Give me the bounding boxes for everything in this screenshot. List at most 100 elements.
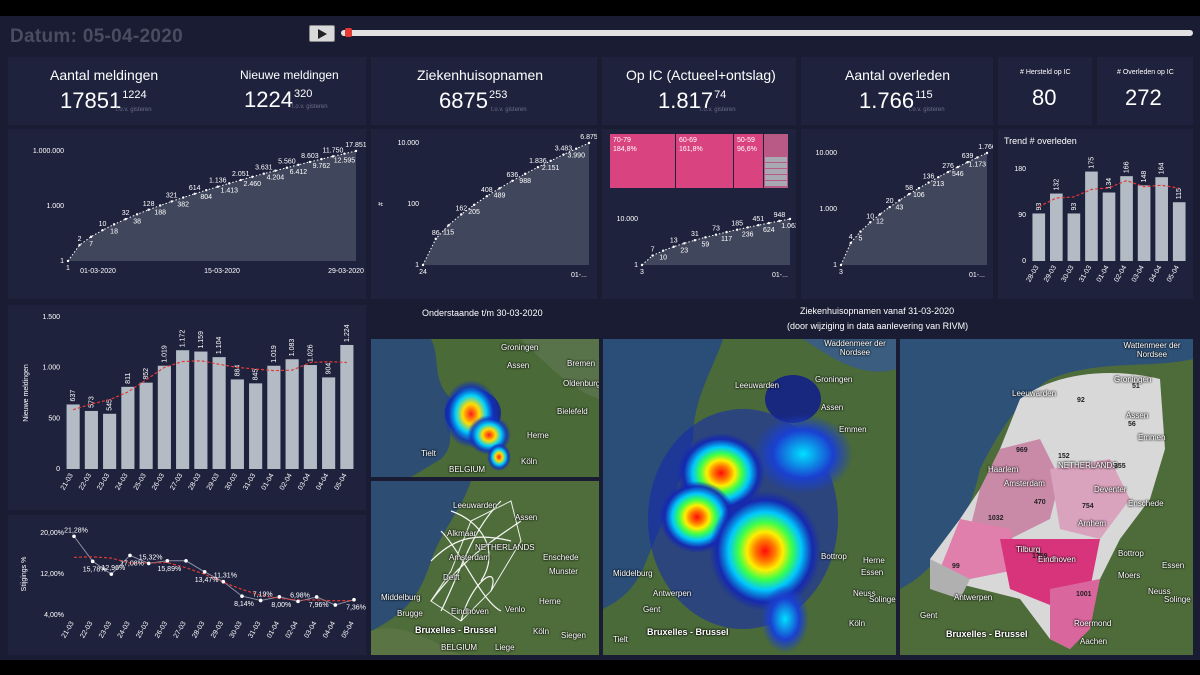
data-label: 10 — [866, 213, 874, 220]
data-label: 106 — [913, 192, 925, 199]
data-label: 32 — [122, 210, 130, 217]
data-label: 8,14% — [234, 601, 254, 608]
x-tick-label: 15-03-2020 — [204, 268, 240, 275]
map-right-choropleth[interactable]: Wattenmeer der Nordsee Leeuwarden Gronin… — [900, 339, 1193, 655]
data-label: 382 — [177, 202, 189, 209]
bar-value-label: 1.104 — [216, 337, 223, 355]
bar — [340, 344, 354, 469]
data-point — [205, 188, 208, 192]
data-label: 1.063 — [781, 223, 796, 230]
data-label: 7,96% — [309, 602, 329, 609]
map-bottom-left[interactable]: Leeuwarden Alkmaar Assen Amsterdam NETHE… — [371, 481, 599, 655]
data-point — [767, 221, 771, 225]
bar-value-label: 1.159 — [198, 331, 205, 349]
data-label: 31 — [691, 231, 699, 238]
data-label: 1.136 — [209, 178, 227, 185]
data-label: 10 — [659, 255, 667, 262]
data-point — [251, 175, 254, 179]
x-tick-label: 26-03 — [151, 472, 166, 491]
bar-value-label: 132 — [1053, 179, 1060, 191]
play-button[interactable] — [309, 25, 335, 42]
x-tick-label: 22-03 — [78, 472, 93, 491]
x-tick-label: 28-03 — [191, 620, 206, 639]
bar-value-label: 904 — [326, 363, 333, 375]
kpi-overleden-ic-title: # Overleden op IC — [1117, 69, 1174, 76]
bar — [267, 365, 281, 469]
data-point — [182, 196, 185, 199]
map-top-left[interactable]: Groningen Assen Bremen Oldenburg Bielefe… — [371, 339, 599, 477]
bar — [1067, 213, 1081, 261]
y-tick-label: 10.000 — [816, 150, 838, 157]
caption-right-title: Ziekenhuisopnamen vanaf 31-03-2020 — [800, 306, 955, 316]
data-label: 115 — [443, 229, 454, 236]
data-point — [128, 553, 132, 558]
y-axis-label: # — [378, 202, 385, 206]
data-point — [839, 263, 843, 267]
x-tick-label: 01-04 — [261, 472, 276, 491]
map-bl-label: BELGIUM — [441, 643, 478, 652]
x-tick-label: 21-03 — [60, 472, 75, 491]
kpi-overleden-delta: 115 — [915, 89, 933, 101]
map-r-label: Gent — [920, 611, 938, 620]
date-label: Datum: 05-04-2020 — [10, 26, 184, 47]
data-point — [498, 187, 501, 190]
region-count: 152 — [1058, 453, 1070, 460]
data-label: 38 — [133, 218, 141, 225]
data-label: 185 — [731, 221, 743, 228]
data-point — [352, 597, 356, 602]
bar — [103, 413, 117, 469]
caption-right-sub: (door wijziging in data aanlevering van … — [787, 321, 969, 331]
kpi-hersteld-value: 80 — [1032, 85, 1057, 110]
map-bl-label: Bruxelles - Brussel — [415, 625, 497, 635]
y-tick-label: 0 — [1022, 258, 1026, 265]
data-point — [651, 254, 654, 257]
slider-handle[interactable] — [345, 28, 353, 37]
kpi-overleden-panel: Aantal overleden 1.766115 t.o.v. gistere… — [801, 57, 993, 125]
data-point — [434, 237, 437, 241]
data-label: 614 — [189, 185, 201, 192]
bar-value-label: 573 — [88, 396, 95, 408]
chart-meldingen: 1 27 1018 3238 128188 321 382 614 804 1.136 1.413 2… — [33, 142, 367, 275]
data-point — [216, 185, 219, 188]
x-tick-label: 23-03 — [98, 620, 113, 639]
map-c-label: Tielt — [613, 635, 628, 644]
y-tick-label: 180 — [1014, 166, 1026, 173]
date-slider[interactable] — [341, 30, 1193, 36]
data-point — [640, 263, 644, 267]
map-bl-label: Munster — [549, 567, 578, 576]
data-label: 636 — [507, 172, 519, 179]
data-point — [869, 221, 872, 224]
kpi-ic-title: Op IC (Actueel+ontslag) — [626, 67, 776, 83]
bar-value-label: 175 — [1088, 157, 1095, 169]
data-point — [124, 217, 127, 221]
data-point — [89, 235, 93, 239]
region-count: 99 — [952, 563, 960, 570]
data-label: 24 — [419, 269, 427, 276]
map-r-label: Enschede — [1128, 499, 1164, 508]
map-bl-label: Middelburg — [381, 593, 421, 602]
map-right-graphic — [900, 339, 1193, 655]
bar — [139, 382, 153, 469]
data-label: 2.051 — [232, 171, 250, 178]
chart-trend-panel: Trend # overleden 0 90 180 93 28-03 132 29-03 9… — [998, 129, 1193, 299]
kpi-ic-delta: 74 — [714, 89, 727, 101]
kpi-zkh-number: 6875 — [439, 88, 488, 113]
data-label: 3 — [839, 269, 843, 276]
x-tick-label: 30-03 — [1061, 264, 1076, 283]
data-label: 3.631 — [255, 165, 273, 172]
data-point — [297, 163, 300, 166]
x-tick-label: 05-04 — [1166, 264, 1181, 283]
map-r-label: Essen — [1162, 561, 1185, 570]
chart-overleden: 3 4 5 1012 2043 58106 136213 276546 639 1.173 1.76… — [816, 144, 996, 279]
data-point — [788, 217, 792, 221]
map-center-heatmap[interactable]: Waddenmeer der Nordsee Leeuwarden Gronin… — [603, 339, 896, 655]
kpi-hersteld-panel: # Hersteld op IC 80 — [998, 57, 1092, 125]
data-point — [147, 208, 150, 211]
data-point — [562, 153, 565, 156]
x-tick-label: 31-03 — [247, 620, 262, 639]
bar — [1085, 171, 1098, 261]
data-label: 20 — [886, 198, 894, 205]
data-point — [333, 603, 338, 607]
map-bl-label: Leeuwarden — [453, 501, 498, 510]
map-bl-label: Köln — [533, 627, 550, 636]
